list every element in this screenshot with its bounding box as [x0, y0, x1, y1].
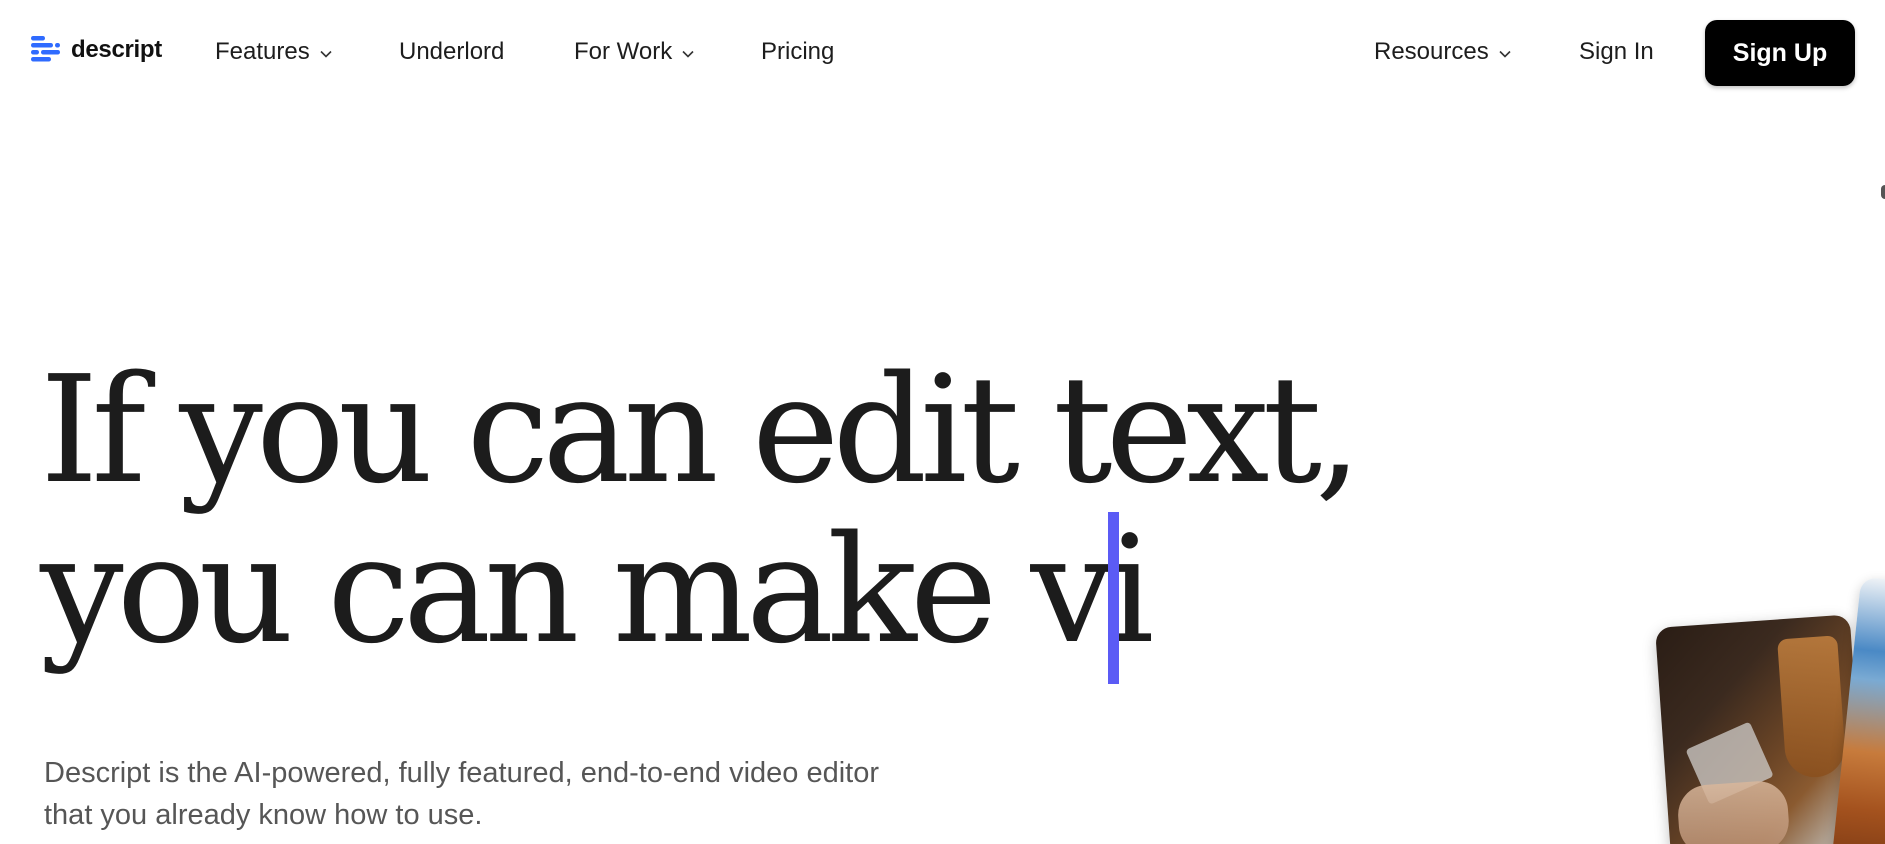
hero-subtext-line-1: Descript is the AI-powered, fully featur…	[44, 757, 880, 789]
nav-pricing-label: Pricing	[761, 38, 835, 65]
nav-for-work-dropdown[interactable]: For Work	[574, 34, 694, 70]
brand-name: descript	[71, 36, 162, 63]
nav-features-dropdown[interactable]: Features	[215, 34, 332, 70]
hero-subtext: Descript is the AI-powered, fully featur…	[44, 752, 1024, 836]
chevron-down-icon	[682, 50, 694, 58]
sign-up-label: Sign Up	[1732, 38, 1828, 67]
nav-features-label: Features	[215, 38, 310, 65]
hero-headline-line-2: you can make vi	[40, 504, 1154, 676]
sign-up-button[interactable]: Sign Up	[1705, 20, 1855, 86]
hero-headline: If you can edit text, you can make vi	[40, 344, 1362, 676]
chevron-down-icon	[1499, 50, 1511, 58]
sign-in-label: Sign In	[1579, 38, 1654, 65]
typing-caret	[1108, 512, 1119, 684]
descript-logo-icon	[31, 36, 60, 62]
nav-resources-dropdown[interactable]: Resources	[1374, 34, 1511, 70]
video-thumbnail-drink	[1655, 614, 1867, 844]
hero-subtext-line-2: that you already know how to use.	[44, 799, 483, 831]
nav-resources-label: Resources	[1374, 38, 1489, 65]
nav-pricing-link[interactable]: Pricing	[761, 34, 834, 70]
chevron-down-icon	[320, 50, 332, 58]
edge-scroll-indicator	[1881, 185, 1885, 199]
nav-underlord-link[interactable]: Underlord	[399, 34, 504, 70]
top-navigation: descript Features Underlord For Work Pri…	[0, 0, 1885, 106]
descript-logo[interactable]: descript	[31, 34, 162, 66]
nav-underlord-label: Underlord	[399, 38, 505, 65]
sign-in-link[interactable]: Sign In	[1579, 34, 1654, 70]
thumbnail-glass-shape	[1777, 635, 1847, 780]
hero-headline-line-1: If you can edit text,	[40, 344, 1362, 516]
thumbnail-hand-shape	[1676, 779, 1791, 844]
nav-for-work-label: For Work	[574, 38, 673, 65]
